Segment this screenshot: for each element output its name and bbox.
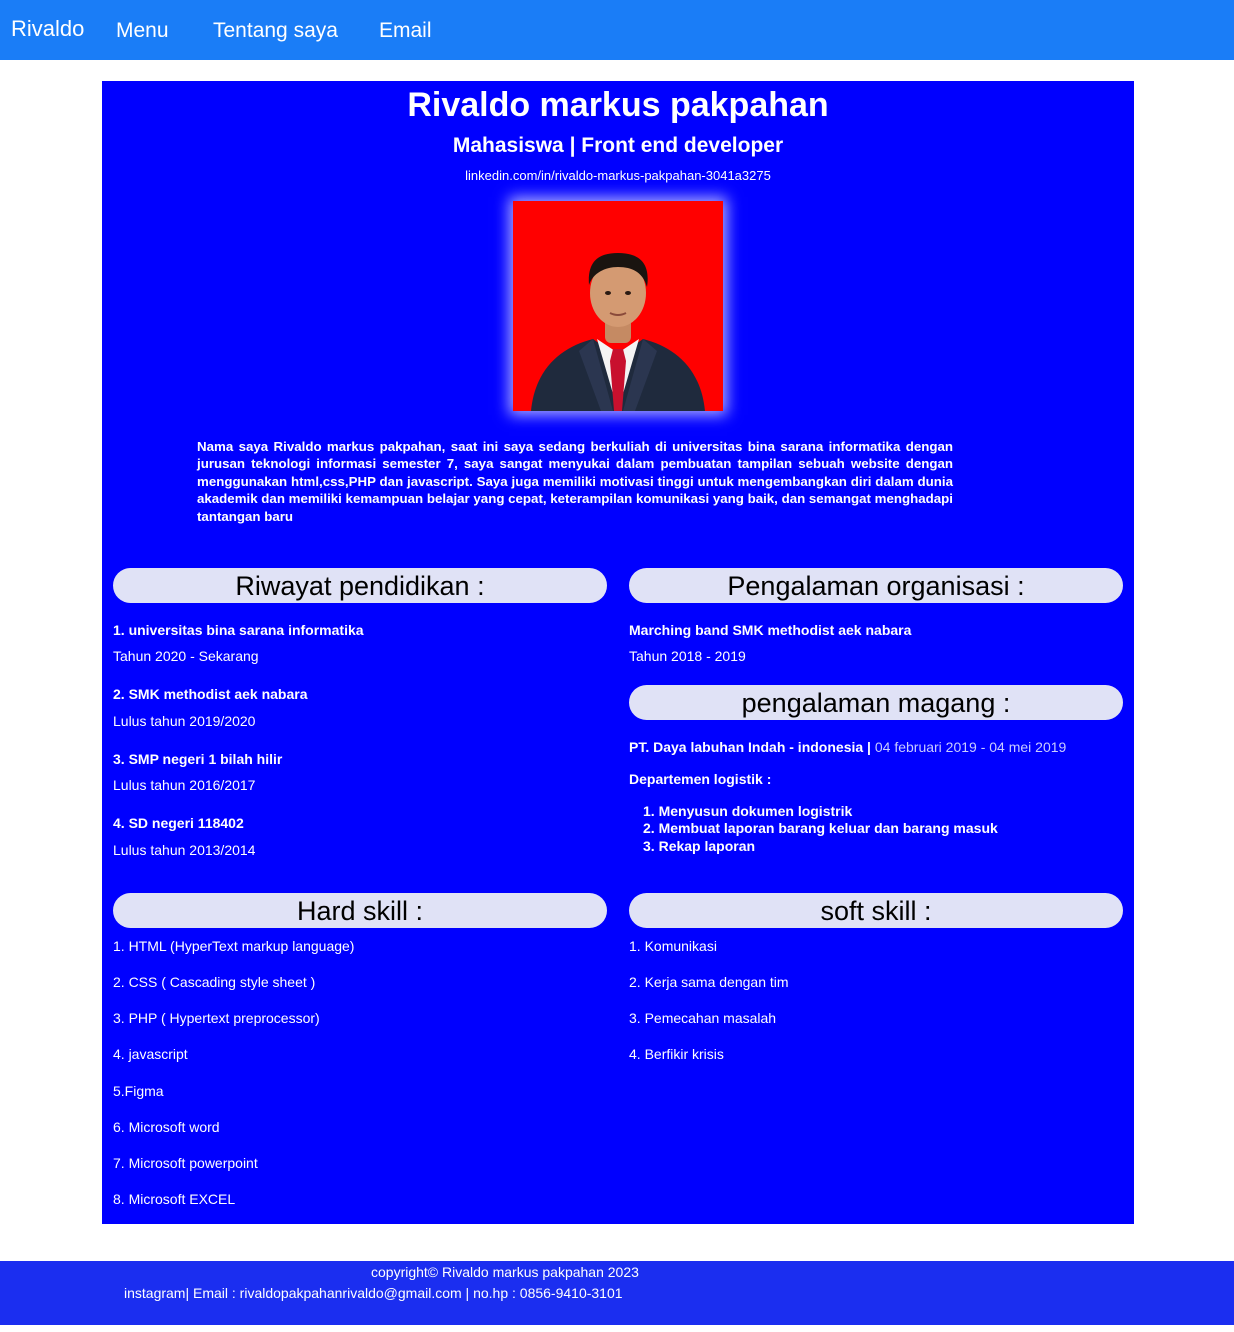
internship-task-list: 1. Menyusun dokumen logistrik 2. Membuat… [643,803,998,855]
education-heading: Riwayat pendidikan : [113,568,607,603]
footer-contact: instagram| Email : rivaldopakpahanrivald… [124,1285,623,1301]
about-paragraph: Nama saya Rivaldo markus pakpahan, saat … [197,439,953,524]
soft-skill-item: 2. Kerja sama dengan tim [629,974,789,990]
soft-skill-item: 1. Komunikasi [629,938,717,954]
linkedin-link[interactable]: linkedin.com/in/rivaldo-markus-pakpahan-… [102,168,1134,183]
hard-skill-item: 7. Microsoft powerpoint [113,1155,258,1171]
internship-heading: pengalaman magang : [629,685,1123,720]
hard-skill-item: 6. Microsoft word [113,1119,220,1135]
organization-heading: Pengalaman organisasi : [629,568,1123,603]
navbar: Rivaldo Menu Tentang saya Email [0,0,1234,60]
hard-skill-heading: Hard skill : [113,893,607,928]
brand-link[interactable]: Rivaldo [11,16,84,42]
internship-department: Departemen logistik : [629,771,772,787]
internship-separator: | [867,739,871,755]
profile-photo [513,201,723,411]
soft-skill-item: 3. Pemecahan masalah [629,1010,777,1026]
profile-subtitle: Mahasiswa | Front end developer [452,134,784,157]
internship-task: 2. Membuat laporan barang keluar dan bar… [643,820,998,837]
internship-period: 04 februari 2019 - 04 mei 2019 [874,739,1067,755]
education-item-title: 2. SMK methodist aek nabara [113,686,308,702]
hard-skill-item: 5.Figma [113,1083,164,1099]
soft-skill-heading: soft skill : [629,893,1123,928]
profile-name: Rivaldo markus pakpahan [407,86,829,124]
education-item-title: 3. SMP negeri 1 bilah hilir [113,751,283,767]
hard-skill-item: 3. PHP ( Hypertext preprocessor) [113,1010,320,1026]
hard-skill-item: 1. HTML (HyperText markup language) [113,938,355,954]
education-item-detail: Tahun 2020 - Sekarang [113,648,259,664]
main-content: Rivaldo markus pakpahan Mahasiswa | Fron… [102,81,1134,1224]
footer-copyright: copyright© Rivaldo markus pakpahan 2023 [371,1264,639,1280]
education-item-detail: Lulus tahun 2013/2014 [113,842,256,858]
nav-link-menu[interactable]: Menu [116,19,169,43]
footer: copyright© Rivaldo markus pakpahan 2023 … [0,1261,1234,1325]
nav-link-email[interactable]: Email [379,19,432,43]
soft-skill-item: 4. Berfikir krisis [629,1046,724,1062]
internship-task: 1. Menyusun dokumen logistrik [643,803,853,819]
education-item-title: 4. SD negeri 118402 [113,815,244,831]
education-item-detail: Lulus tahun 2016/2017 [113,777,256,793]
person-portrait-icon [531,253,705,411]
hard-skill-item: 4. javascript [113,1046,188,1062]
internship-task: 3. Rekap laporan [643,837,756,854]
organization-detail: Tahun 2018 - 2019 [629,648,746,664]
hard-skill-item: 8. Microsoft EXCEL [113,1191,236,1207]
education-item-title: 1. universitas bina sarana informatika [113,622,364,638]
internship-company-line: PT. Daya labuhan Indah - indonesia | 04 … [629,739,1066,755]
education-item-detail: Lulus tahun 2019/2020 [113,713,256,729]
hard-skill-item: 2. CSS ( Cascading style sheet ) [113,974,316,990]
organization-title: Marching band SMK methodist aek nabara [629,622,912,638]
nav-link-tentang-saya[interactable]: Tentang saya [213,19,338,43]
internship-company: PT. Daya labuhan Indah - indonesia [629,739,864,755]
